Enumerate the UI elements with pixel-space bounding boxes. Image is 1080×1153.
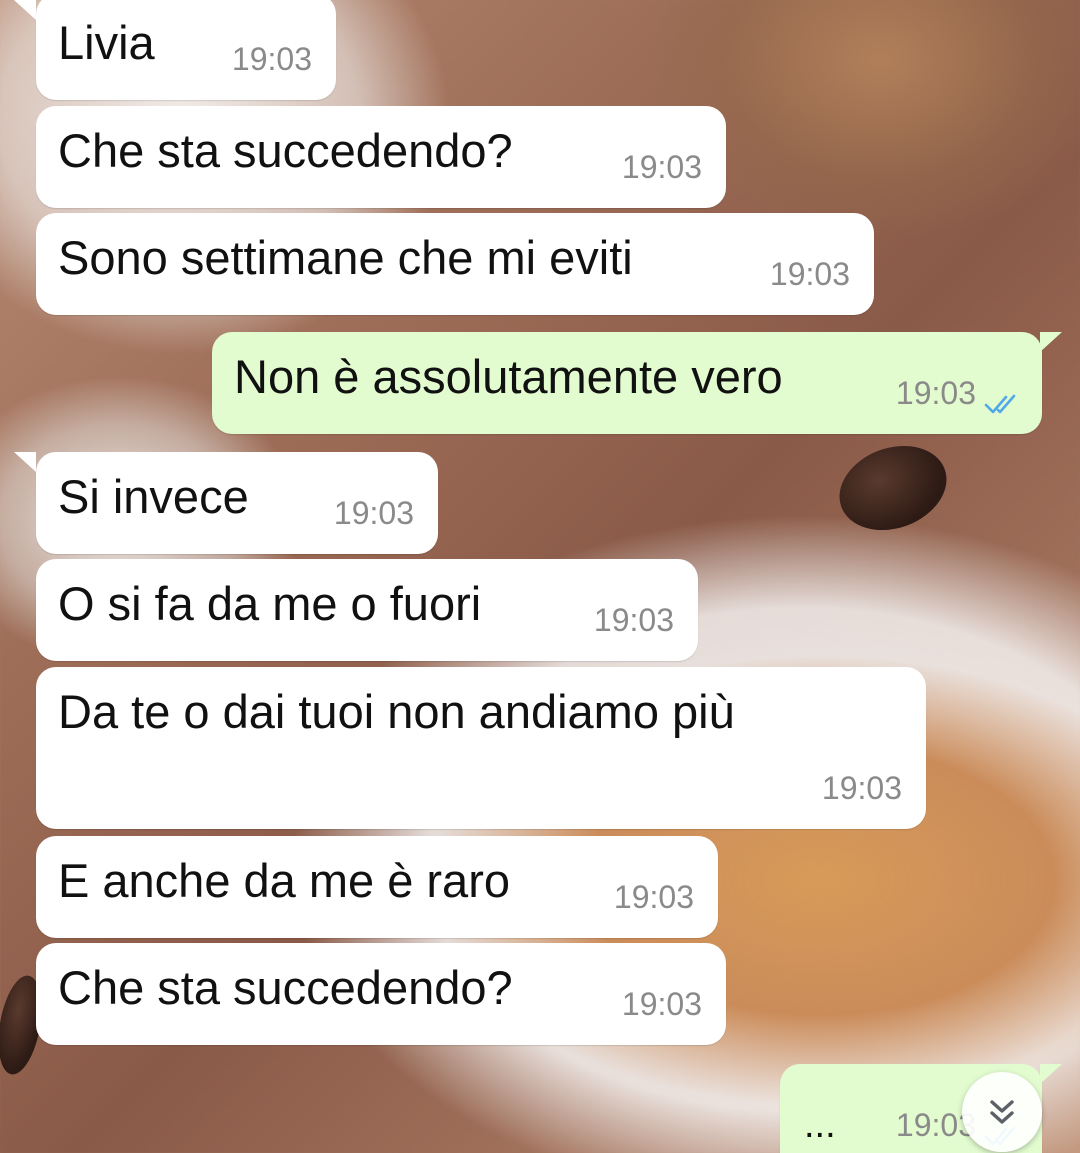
message-time: 19:03 [769,256,850,292]
message-text: O si fa da me o fuori [58,577,482,630]
message-time: 19:03 [333,495,414,531]
bubble-tail [1040,1064,1062,1084]
message-text: Che sta succedendo? [58,961,513,1014]
message-time: 19:03 [621,149,702,185]
message-bubble-incoming[interactable]: Che sta succedendo? 19:03 [36,106,726,208]
message-time: 19:03 [621,986,702,1022]
message-bubble-incoming[interactable]: Livia 19:03 [36,0,336,100]
message-time: 19:03 [593,602,674,638]
bubble-tail [14,452,36,472]
message-text: Si invece [58,470,249,523]
message-bubble-incoming[interactable]: Che sta succedendo? 19:03 [36,943,726,1045]
message-text: Sono settimane che mi eviti [58,231,633,284]
message-bubble-incoming[interactable]: Si invece 19:03 [36,452,438,554]
bubble-tail [14,0,36,20]
message-time: 19:03 [821,770,902,806]
message-bubble-incoming[interactable]: Sono settimane che mi eviti 19:03 [36,213,874,315]
scroll-to-bottom-button[interactable] [962,1072,1042,1152]
message-text: Non è assolutamente vero [234,350,783,403]
message-bubble-incoming[interactable]: Da te o dai tuoi non andiamo più 19:03 [36,667,926,829]
double-chevron-down-icon [990,1100,1014,1124]
message-text: Da te o dai tuoi non andiamo più [58,685,735,738]
message-time: 19:03 [613,879,694,915]
message-bubble-incoming[interactable]: E anche da me è raro 19:03 [36,836,718,938]
message-text: Livia [58,16,155,69]
message-bubble-outgoing[interactable]: Non è assolutamente vero 19:03 [212,332,1042,434]
message-text: ... [804,1104,836,1146]
coffee-bean-decoration [827,431,959,545]
bubble-tail [1040,332,1062,352]
message-text: E anche da me è raro [58,854,510,907]
message-time: 19:03 [895,375,976,411]
double-check-icon [984,394,1016,414]
message-time: 19:03 [231,41,312,77]
message-text: Che sta succedendo? [58,124,513,177]
message-bubble-incoming[interactable]: O si fa da me o fuori 19:03 [36,559,698,661]
